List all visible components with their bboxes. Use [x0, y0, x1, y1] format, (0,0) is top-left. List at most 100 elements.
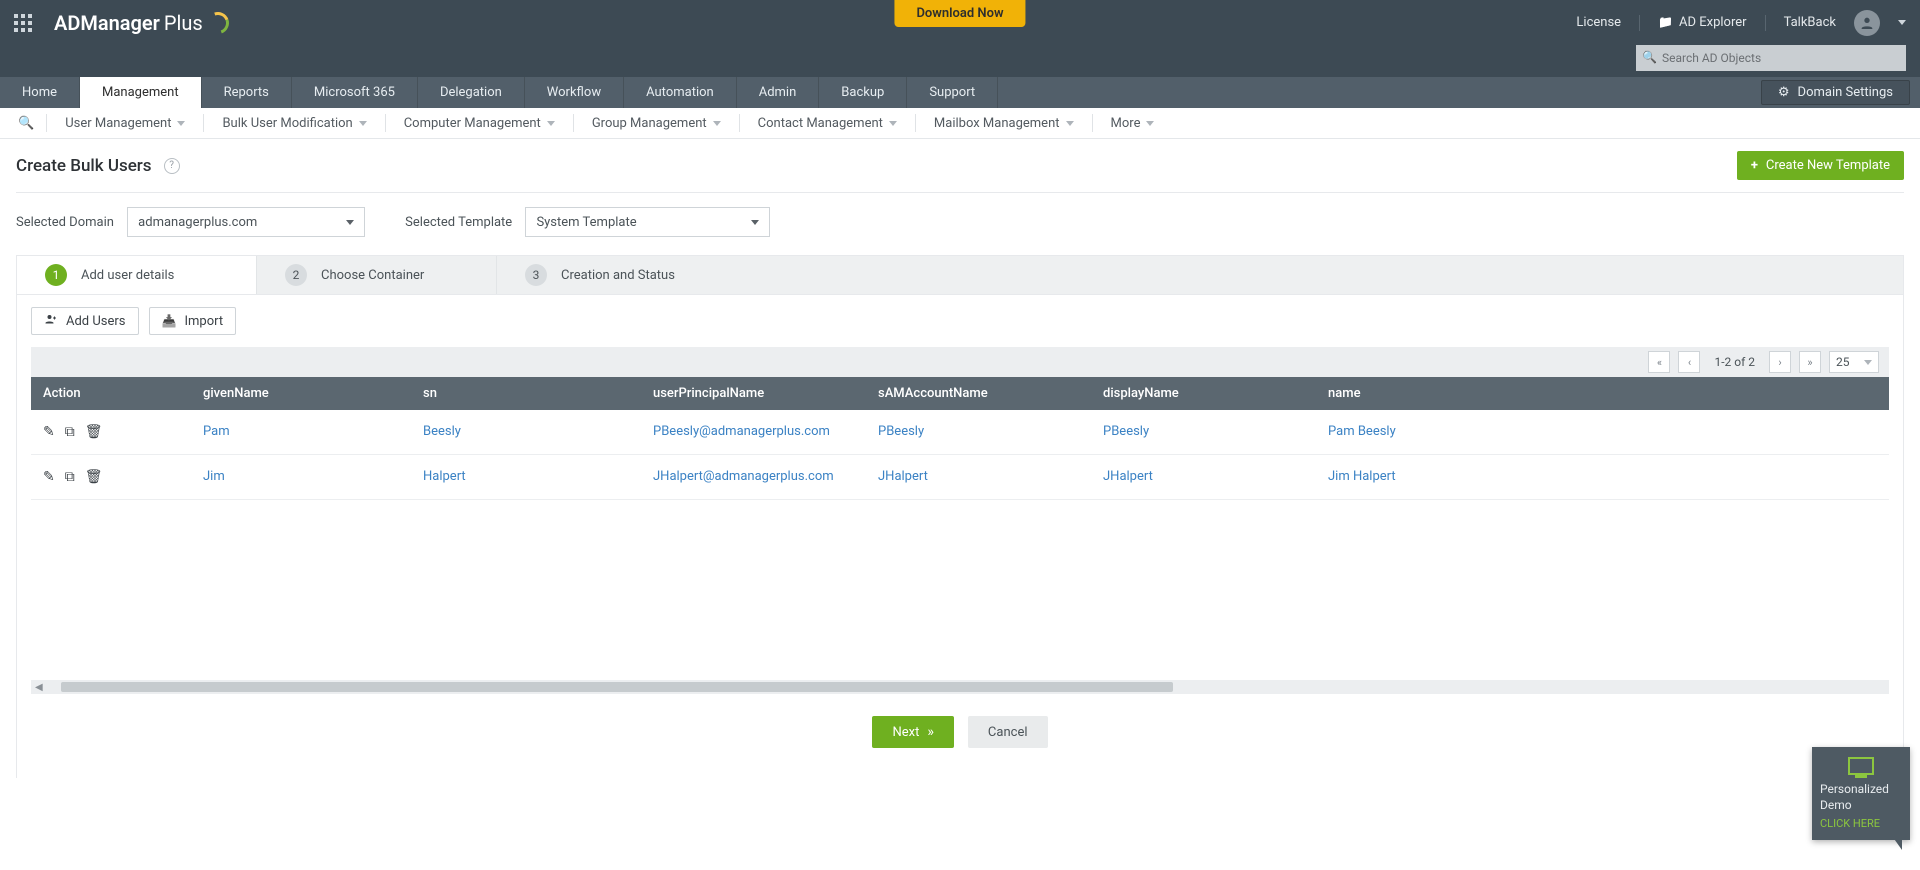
scroll-left-icon[interactable]: ◀ [33, 682, 45, 693]
talkback-link[interactable]: TalkBack [1784, 15, 1836, 30]
ad-explorer-link[interactable]: AD Explorer [1658, 15, 1747, 30]
user-avatar[interactable] [1854, 10, 1880, 36]
action-row: Add Users Import [31, 307, 1889, 335]
nav-home[interactable]: Home [0, 77, 80, 108]
step-choose-container[interactable]: 2 Choose Container [257, 256, 497, 294]
cell-givenname[interactable]: Pam [203, 424, 230, 439]
cell-sam[interactable]: JHalpert [878, 469, 928, 484]
demo-click-here[interactable]: CLICK HERE [1820, 817, 1902, 832]
step-number: 2 [285, 264, 307, 286]
cell-displayname[interactable]: PBeesly [1103, 424, 1149, 439]
brand-light: Plus [164, 11, 203, 35]
delete-icon[interactable]: 🗑 [85, 469, 103, 485]
add-users-button[interactable]: Add Users [31, 307, 139, 335]
step-label: Creation and Status [561, 268, 675, 283]
subnav-more[interactable]: More [1097, 116, 1169, 131]
nav-management[interactable]: Management [80, 77, 202, 108]
create-template-button[interactable]: Create New Template [1737, 151, 1904, 180]
apps-grid-icon[interactable] [14, 14, 32, 32]
sub-nav: 🔍 User Management Bulk User Modification… [0, 108, 1920, 139]
edit-icon[interactable]: ✎ [43, 424, 55, 440]
copy-icon[interactable]: ⧉ [65, 424, 75, 440]
create-template-label: Create New Template [1766, 158, 1890, 173]
selectors-row: Selected Domain admanagerplus.com Select… [0, 207, 1920, 255]
step-label: Choose Container [321, 268, 424, 283]
user-icon [1859, 15, 1875, 31]
license-link[interactable]: License [1576, 15, 1621, 30]
table-toolbar: « ‹ 1-2 of 2 › » 25 [31, 347, 1889, 377]
subnav-bulk-user-mod[interactable]: Bulk User Modification [208, 116, 380, 131]
nav-backup[interactable]: Backup [819, 77, 907, 108]
subnav-search-icon[interactable]: 🔍 [10, 116, 42, 131]
pager-last[interactable]: » [1799, 351, 1821, 373]
next-button[interactable]: Next [872, 716, 953, 748]
edit-icon[interactable]: ✎ [43, 469, 55, 485]
monitor-icon [1848, 757, 1874, 775]
nav-automation[interactable]: Automation [624, 77, 737, 108]
row-actions: ✎ ⧉ 🗑 [43, 424, 179, 440]
cell-upn[interactable]: PBeesly@admanagerplus.com [653, 424, 830, 439]
global-search: 🔍 [1636, 45, 1906, 71]
table-h-scrollbar[interactable]: ◀ [31, 680, 1889, 694]
search-input[interactable] [1636, 45, 1906, 71]
cell-sam[interactable]: PBeesly [878, 424, 924, 439]
nav-workflow[interactable]: Workflow [525, 77, 624, 108]
template-value: System Template [536, 215, 636, 230]
add-users-label: Add Users [66, 314, 126, 329]
col-upn: userPrincipalName [641, 377, 866, 410]
subnav-computer-management[interactable]: Computer Management [390, 116, 569, 131]
avatar-caret-icon[interactable] [1898, 20, 1906, 25]
cell-givenname[interactable]: Jim [203, 469, 225, 484]
subnav-contact-management[interactable]: Contact Management [744, 116, 911, 131]
chevron-down-icon [346, 220, 354, 225]
import-button[interactable]: Import [149, 307, 237, 335]
cell-sn[interactable]: Beesly [423, 424, 461, 439]
table-header-row: Action givenName sn userPrincipalName sA… [31, 377, 1889, 410]
demo-widget[interactable]: Personalized Demo CLICK HERE [1812, 747, 1910, 840]
col-name: name [1316, 377, 1889, 410]
pager-first[interactable]: « [1648, 351, 1670, 373]
demo-text: Personalized Demo [1820, 781, 1902, 813]
download-now-button[interactable]: Download Now [894, 0, 1025, 27]
help-icon[interactable]: ? [164, 158, 180, 174]
divider [203, 114, 204, 132]
wizard-steps: 1 Add user details 2 Choose Container 3 … [17, 256, 1903, 294]
pager-next[interactable]: › [1769, 351, 1791, 373]
nav-reports[interactable]: Reports [202, 77, 292, 108]
wizard-body: Add Users Import « ‹ 1-2 of 2 › » 25 Act… [17, 294, 1903, 778]
pager-info: 1-2 of 2 [1708, 355, 1761, 369]
import-icon [162, 314, 177, 329]
nav-support[interactable]: Support [907, 77, 998, 108]
step-add-user-details[interactable]: 1 Add user details [17, 256, 257, 294]
subnav-label: Computer Management [404, 116, 541, 131]
divider [385, 114, 386, 132]
chevron-down-icon [1146, 121, 1154, 126]
cell-upn[interactable]: JHalpert@admanagerplus.com [653, 469, 834, 484]
cell-sn[interactable]: Halpert [423, 469, 466, 484]
scroll-thumb[interactable] [61, 682, 1173, 692]
chevron-double-right-icon [927, 724, 934, 740]
delete-icon[interactable]: 🗑 [85, 424, 103, 440]
subnav-mailbox-management[interactable]: Mailbox Management [920, 116, 1088, 131]
pager-prev[interactable]: ‹ [1678, 351, 1700, 373]
next-label: Next [892, 725, 919, 740]
domain-value: admanagerplus.com [138, 215, 257, 230]
subnav-group-management[interactable]: Group Management [578, 116, 735, 131]
nav-delegation[interactable]: Delegation [418, 77, 525, 108]
domain-field: Selected Domain admanagerplus.com [16, 207, 365, 237]
wizard-footer: Next Cancel [31, 694, 1889, 778]
copy-icon[interactable]: ⧉ [65, 469, 75, 485]
cell-name[interactable]: Jim Halpert [1328, 469, 1396, 484]
cell-name[interactable]: Pam Beesly [1328, 424, 1396, 439]
subnav-user-management[interactable]: User Management [51, 116, 199, 131]
nav-admin[interactable]: Admin [737, 77, 820, 108]
domain-settings-button[interactable]: Domain Settings [1761, 80, 1910, 105]
cancel-button[interactable]: Cancel [968, 716, 1048, 748]
template-field: Selected Template System Template [405, 207, 770, 237]
page-size-select[interactable]: 25 [1829, 351, 1879, 373]
template-select[interactable]: System Template [525, 207, 770, 237]
domain-select[interactable]: admanagerplus.com [127, 207, 365, 237]
step-creation-status[interactable]: 3 Creation and Status [497, 256, 1903, 294]
nav-microsoft365[interactable]: Microsoft 365 [292, 77, 418, 108]
cell-displayname[interactable]: JHalpert [1103, 469, 1153, 484]
